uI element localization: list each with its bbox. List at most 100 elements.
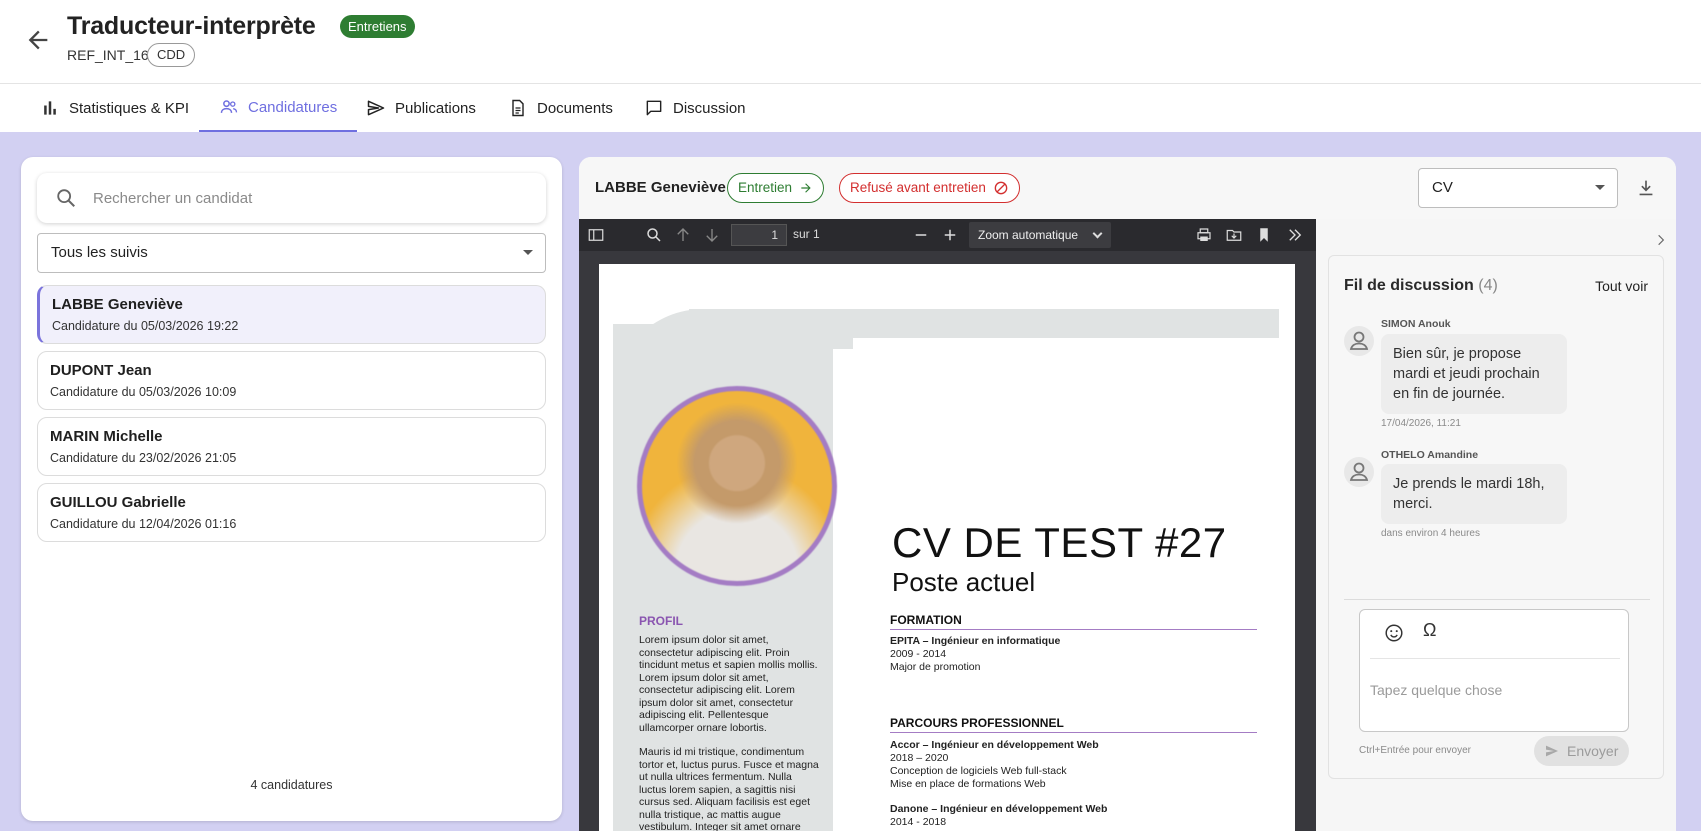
back-arrow-icon[interactable] [24, 26, 52, 54]
search-input[interactable] [93, 183, 533, 213]
zoom-out-icon[interactable] [912, 226, 930, 244]
candidate-date: Candidature du 12/04/2026 01:16 [50, 517, 237, 531]
candidate-name: DUPONT Jean [50, 362, 152, 379]
send-shortcut-hint: Ctrl+Entrée pour envoyer [1359, 745, 1472, 756]
page-number-input[interactable]: 1 [731, 224, 787, 246]
discussion-thread: Fil de discussion (4) Tout voir SIMON An… [1328, 255, 1664, 779]
print-icon[interactable] [1195, 226, 1213, 244]
interview-button[interactable]: Entretien [727, 173, 825, 203]
arrow-right-icon [801, 183, 811, 193]
document-icon [512, 99, 524, 117]
chevron-right-icon[interactable] [1654, 233, 1668, 247]
tab-label: Publications [395, 99, 476, 117]
zoom-in-icon[interactable] [941, 226, 959, 244]
candidate-card[interactable]: MARIN Michelle Candidature du 23/02/2026… [37, 417, 546, 476]
filter-value: Tous les suivis [51, 244, 148, 261]
message-bubble: Bien sûr, je propose mardi et jeudi proc… [1381, 334, 1567, 414]
cv-divider [890, 629, 1257, 630]
message-composer: Ω [1359, 609, 1629, 732]
discussion-title: Fil de discussion (4) [1344, 277, 1498, 295]
contract-type-chip: CDD [147, 43, 196, 67]
cv-line: 2014 - 2018 [890, 816, 947, 828]
divider [1344, 599, 1650, 600]
search-icon [57, 189, 75, 207]
candidate-card[interactable]: LABBE Geneviève Candidature du 05/03/202… [37, 285, 546, 344]
bookmark-icon[interactable] [1255, 226, 1273, 244]
candidate-date: Candidature du 05/03/2026 19:22 [52, 319, 239, 333]
cv-line: Major de promotion [890, 661, 981, 673]
message-input[interactable] [1370, 670, 1618, 710]
special-characters-button[interactable]: Ω [1423, 620, 1436, 641]
avatar [1344, 457, 1374, 487]
page-header: Traducteur-interprète Entretiens REF_INT… [0, 0, 1701, 84]
bar-chart-icon [44, 101, 56, 115]
cv-divider [890, 732, 1257, 733]
arrow-down-icon[interactable] [703, 226, 721, 244]
status-badge: Entretiens [340, 15, 415, 38]
candidate-card[interactable]: GUILLOU Gabrielle Candidature du 12/04/2… [37, 483, 546, 542]
cv-line: Danone – Ingénieur en développement Web [890, 803, 1108, 815]
candidate-date: Candidature du 23/02/2026 21:05 [50, 451, 237, 465]
download-icon[interactable] [1635, 177, 1657, 199]
cv-line: 2018 – 2020 [890, 752, 949, 764]
tab-documents[interactable]: Documents [488, 84, 633, 132]
emoji-icon[interactable] [1383, 622, 1405, 644]
cv-profil-heading: PROFIL [639, 614, 683, 628]
detail-header: LABBE Geneviève Entretien Refusé avant e… [579, 157, 1676, 219]
interview-button-label: Entretien [738, 180, 793, 195]
page-title: Traducteur-interprète [67, 12, 316, 40]
avatar [1344, 326, 1374, 356]
cv-profil-paragraph: Mauris id mi tristique, condimentum tort… [639, 746, 819, 831]
job-reference: REF_INT_16 [67, 47, 149, 63]
send-icon [367, 100, 385, 116]
search-icon[interactable] [645, 226, 663, 244]
cv-subtitle: Poste actuel [892, 567, 1036, 597]
tab-candidatures[interactable]: Candidatures [199, 84, 358, 132]
send-button[interactable]: Envoyer [1534, 736, 1629, 766]
cv-line: 2009 - 2014 [890, 648, 947, 660]
see-all-link[interactable]: Tout voir [1595, 278, 1648, 294]
tab-discussion[interactable]: Discussion [624, 84, 766, 132]
tab-bar: Statistiques & KPI Candidatures Publicat… [0, 84, 1701, 132]
candidate-name: MARIN Michelle [50, 428, 163, 445]
chat-icon [646, 100, 662, 116]
tab-statistics[interactable]: Statistiques & KPI [20, 84, 209, 132]
pdf-toolbar: 1 sur 1 Zoom automatique [579, 219, 1316, 251]
page-total: sur 1 [793, 227, 820, 241]
pdf-page: CV DE TEST #27 Poste actuel PROFIL Lorem… [599, 264, 1295, 831]
message-bubble: Je prends le mardi 18h, merci. [1381, 464, 1567, 524]
send-button-label: Envoyer [1567, 743, 1619, 759]
candidate-detail-panel: LABBE Geneviève Entretien Refusé avant e… [579, 157, 1676, 831]
cv-line: Accor – Ingénieur en développement Web [890, 739, 1099, 751]
reject-button-label: Refusé avant entretien [850, 180, 986, 195]
save-folder-icon[interactable] [1225, 226, 1243, 244]
selected-candidate-name: LABBE Geneviève [595, 179, 726, 196]
message-author: OTHELO Amandine [1381, 449, 1479, 461]
chevron-down-icon [1595, 185, 1605, 190]
block-icon [994, 181, 1008, 195]
sidebar-toggle-icon[interactable] [587, 226, 605, 244]
message-author: SIMON Anouk [1381, 318, 1451, 330]
cv-profil-text: Lorem ipsum dolor sit amet, consectetur … [639, 634, 819, 831]
zoom-select[interactable]: Zoom automatique [969, 222, 1111, 248]
cv-formation-heading: FORMATION [890, 613, 962, 627]
candidate-card[interactable]: DUPONT Jean Candidature du 05/03/2026 10… [37, 351, 546, 410]
chevron-down-icon [1092, 228, 1103, 239]
person-icon [1349, 462, 1369, 481]
person-icon [1349, 331, 1369, 350]
cv-line: EPITA – Ingénieur en informatique [890, 635, 1061, 647]
tab-publications[interactable]: Publications [346, 84, 496, 132]
message-time: 17/04/2026, 11:21 [1381, 418, 1461, 429]
reject-button[interactable]: Refusé avant entretien [839, 173, 1020, 203]
follow-up-filter-select[interactable]: Tous les suivis [37, 233, 546, 273]
arrow-up-icon[interactable] [674, 226, 692, 244]
tab-label: Statistiques & KPI [69, 99, 190, 117]
document-type-select[interactable]: CV [1418, 168, 1618, 208]
candidate-name: GUILLOU Gabrielle [50, 494, 186, 511]
search-box [37, 173, 546, 223]
message-time: dans environ 4 heures [1381, 528, 1480, 539]
divider [1370, 658, 1620, 659]
double-chevron-right-icon[interactable] [1286, 226, 1304, 244]
tab-label: Documents [537, 99, 613, 117]
cv-profil-paragraph: Lorem ipsum dolor sit amet, consectetur … [639, 634, 818, 734]
